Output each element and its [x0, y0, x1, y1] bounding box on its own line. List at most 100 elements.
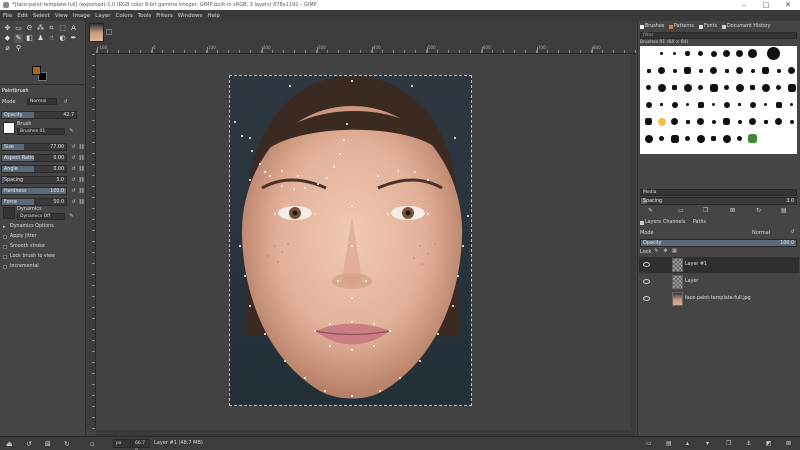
brush-thumbnail[interactable]: [723, 101, 730, 108]
close-button[interactable]: ✕: [780, 0, 796, 10]
bucket-fill-tool-icon[interactable]: ◆: [3, 34, 12, 43]
tab-layers[interactable]: Layers: [640, 219, 661, 226]
brush-thumbnail[interactable]: [736, 67, 743, 74]
reset-icon[interactable]: ↻: [64, 440, 70, 448]
duplicate-layer-icon[interactable]: ❐: [726, 440, 731, 447]
layer-row[interactable]: face-paint-template-full.jpg: [639, 291, 799, 307]
brush-thumbnail[interactable]: [684, 67, 691, 74]
crop-tool-icon[interactable]: ⌗: [47, 24, 56, 33]
navigate-icon[interactable]: ▫: [90, 440, 95, 448]
rect-select-tool-icon[interactable]: ▭: [14, 24, 23, 33]
reset-slider-icon[interactable]: ↺: [70, 154, 77, 162]
reset-mode-icon[interactable]: ↺: [62, 98, 69, 106]
fuzzy-select-tool-icon[interactable]: ⁂: [36, 24, 45, 33]
menu-select[interactable]: Select: [33, 13, 50, 19]
brush-thumbnail[interactable]: [761, 83, 770, 92]
visibility-eye-icon[interactable]: [643, 262, 650, 267]
brush-thumbnail[interactable]: [659, 136, 664, 141]
zoom-select[interactable]: 66.7 %: [132, 439, 150, 450]
brush-thumbnail[interactable]: [658, 67, 665, 74]
raise-layer-icon[interactable]: ▴: [686, 440, 689, 447]
brush-thumbnail[interactable]: [735, 49, 744, 58]
brush-thumbnail[interactable]: [749, 118, 756, 125]
brush-thumbnail[interactable]: [711, 136, 716, 141]
menu-windows[interactable]: Windows: [178, 13, 203, 19]
brush-thumbnail[interactable]: [764, 103, 767, 106]
minimize-button[interactable]: –: [736, 0, 752, 10]
brush-thumbnail[interactable]: [748, 134, 757, 143]
opacity-slider[interactable]: Opacity 42.7: [1, 111, 77, 119]
brush-thumbnail[interactable]: [712, 103, 715, 106]
brush-thumbnail[interactable]: [644, 134, 653, 143]
brush-thumbnail[interactable]: [789, 119, 794, 124]
lock-pixels-icon[interactable]: ✎: [653, 247, 660, 255]
spacing-slider[interactable]: Spacing 3.0: [640, 197, 797, 205]
anchor-layer-icon[interactable]: ⚓: [746, 440, 751, 447]
brush-thumbnail[interactable]: [738, 103, 741, 106]
brush-thumbnail[interactable]: [710, 67, 717, 74]
open-brush-icon[interactable]: ▤: [781, 207, 787, 214]
force-slider[interactable]: Force 50.0: [1, 198, 67, 206]
visibility-eye-icon[interactable]: [643, 296, 650, 301]
delete-icon[interactable]: ⊠: [45, 440, 51, 448]
brush-thumbnail[interactable]: [723, 50, 730, 57]
undo-icon[interactable]: ↺: [26, 440, 32, 448]
brush-thumbnail[interactable]: [697, 118, 704, 125]
brush-thumbnail[interactable]: [735, 83, 744, 92]
tool-preset-icon[interactable]: ⏏: [6, 440, 13, 448]
brush-thumbnail[interactable]: [698, 68, 703, 73]
transform-tool-icon[interactable]: ⬚: [58, 24, 67, 33]
aspect-ratio-slider[interactable]: Aspect Ratio 0.00: [1, 154, 67, 162]
image-canvas[interactable]: [229, 75, 472, 406]
brush-thumbnail[interactable]: [748, 49, 757, 58]
layer-row[interactable]: Layer: [639, 274, 799, 290]
color-picker-tool-icon[interactable]: ⌀: [3, 44, 12, 53]
refresh-brushes-icon[interactable]: ↻: [756, 207, 761, 214]
brush-thumbnail[interactable]: [722, 134, 731, 143]
link-slider-icon[interactable]: ⛓: [78, 198, 85, 206]
mode-select[interactable]: Normal: [27, 98, 57, 105]
text-tool-icon[interactable]: A: [69, 24, 78, 33]
tab-fonts[interactable]: Fonts: [699, 23, 717, 30]
tab-paths[interactable]: Paths: [693, 219, 706, 226]
new-brush-icon[interactable]: ▭: [678, 207, 684, 214]
brush-thumbnail[interactable]: [787, 83, 796, 92]
reset-slider-icon[interactable]: ↺: [70, 165, 77, 173]
brush-thumbnail[interactable]: [750, 68, 755, 73]
link-slider-icon[interactable]: ⛓: [78, 187, 85, 195]
menu-colors[interactable]: Colors: [115, 13, 132, 19]
vertical-scrollbar[interactable]: [630, 54, 636, 430]
lower-layer-icon[interactable]: ▾: [706, 440, 709, 447]
brush-thumbnail[interactable]: [723, 118, 730, 125]
brush-thumbnail[interactable]: [697, 101, 704, 108]
dynamics-select[interactable]: Dynamics Off: [17, 213, 65, 220]
brush-thumbnail[interactable]: [686, 103, 689, 106]
edit-brush-icon[interactable]: ✎: [68, 127, 75, 135]
close-tab-icon[interactable]: [106, 29, 112, 35]
media-field[interactable]: Media: [640, 189, 797, 196]
brush-preview[interactable]: [3, 122, 15, 134]
delete-layer-icon[interactable]: ⊠: [786, 440, 791, 447]
brush-thumbnail[interactable]: [685, 51, 690, 56]
brush-edit-icon[interactable]: ✎: [648, 207, 653, 214]
brush-thumbnail[interactable]: [724, 68, 729, 73]
brush-thumbnail[interactable]: [671, 101, 678, 108]
new-layer-icon[interactable]: ▭: [646, 440, 652, 447]
brush-thumbnail[interactable]: [696, 134, 705, 143]
brush-thumbnail[interactable]: [776, 68, 781, 73]
lock-brush-checkbox[interactable]: [3, 255, 7, 259]
brush-filter-input[interactable]: filter: [640, 32, 797, 39]
spacing-slider[interactable]: Spacing 3.0: [1, 176, 67, 184]
edit-dynamics-icon[interactable]: ✎: [68, 212, 75, 220]
layer-mode-select[interactable]: Normal: [752, 230, 770, 236]
brush-thumbnail[interactable]: [750, 85, 755, 90]
brush-thumbnail[interactable]: [788, 67, 795, 74]
brush-thumbnail[interactable]: [672, 68, 677, 73]
brush-grid[interactable]: [640, 46, 797, 154]
smooth-stroke-checkbox[interactable]: [3, 245, 7, 249]
brush-thumbnail[interactable]: [698, 85, 703, 90]
brush-thumbnail[interactable]: [672, 51, 677, 56]
layer-opacity-slider[interactable]: Opacity 100.0: [640, 239, 797, 247]
menu-image[interactable]: Image: [73, 13, 90, 19]
brush-thumbnail[interactable]: [763, 119, 768, 124]
